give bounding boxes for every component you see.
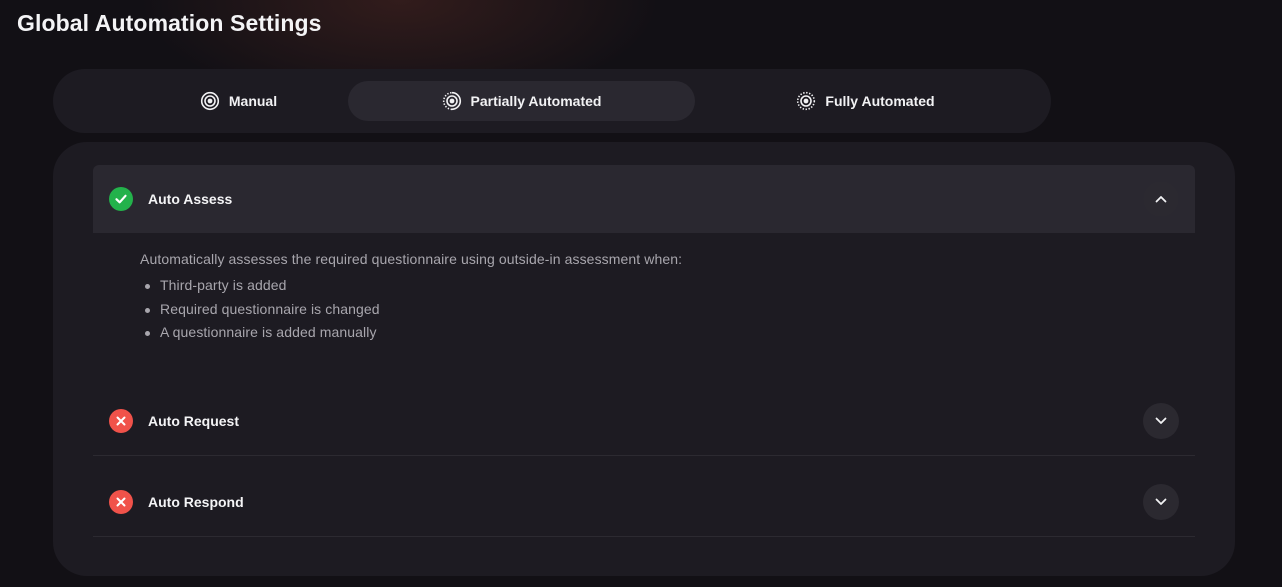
automation-settings-panel: Auto Assess Automatically assesses the r… bbox=[53, 142, 1235, 576]
auto-request-header[interactable]: Auto Request bbox=[93, 390, 1195, 452]
tab-manual-label: Manual bbox=[228, 93, 278, 109]
list-item: Third-party is added bbox=[140, 274, 1140, 298]
divider bbox=[93, 455, 1195, 456]
auto-request-title: Auto Request bbox=[148, 413, 239, 429]
auto-assess-title: Auto Assess bbox=[148, 191, 233, 207]
check-icon bbox=[109, 187, 133, 211]
partial-target-icon bbox=[442, 91, 461, 111]
page-title: Global Automation Settings bbox=[17, 10, 322, 36]
expand-auto-respond-button[interactable] bbox=[1143, 484, 1179, 520]
tab-partially-automated[interactable]: Partially Automated bbox=[348, 81, 695, 121]
dotted-target-icon bbox=[797, 91, 816, 111]
auto-respond-header[interactable]: Auto Respond bbox=[93, 471, 1195, 533]
tab-fully-automated-label: Fully Automated bbox=[825, 93, 935, 109]
list-item: Required questionnaire is changed bbox=[140, 298, 1140, 322]
divider bbox=[93, 536, 1195, 537]
auto-assess-conditions: Third-party is added Required questionna… bbox=[140, 274, 1140, 345]
auto-respond-title: Auto Respond bbox=[148, 494, 244, 510]
x-icon bbox=[109, 409, 133, 433]
auto-assess-description: Automatically assesses the required ques… bbox=[140, 251, 683, 267]
auto-assess-header[interactable]: Auto Assess bbox=[93, 165, 1195, 233]
chevron-up-icon bbox=[1155, 196, 1167, 203]
target-icon bbox=[200, 91, 219, 111]
auto-assess-details: Automatically assesses the required ques… bbox=[140, 250, 1140, 345]
chevron-down-icon bbox=[1155, 498, 1167, 505]
tab-fully-automated[interactable]: Fully Automated bbox=[733, 81, 998, 121]
collapse-auto-assess-button[interactable] bbox=[1143, 181, 1179, 217]
list-item: A questionnaire is added manually bbox=[140, 321, 1140, 345]
expand-auto-request-button[interactable] bbox=[1143, 403, 1179, 439]
automation-mode-switcher: Manual Partially Automated Fully Automat… bbox=[53, 69, 1051, 133]
chevron-down-icon bbox=[1155, 417, 1167, 424]
x-icon bbox=[109, 490, 133, 514]
tab-partially-automated-label: Partially Automated bbox=[470, 93, 602, 109]
tab-manual[interactable]: Manual bbox=[106, 81, 371, 121]
